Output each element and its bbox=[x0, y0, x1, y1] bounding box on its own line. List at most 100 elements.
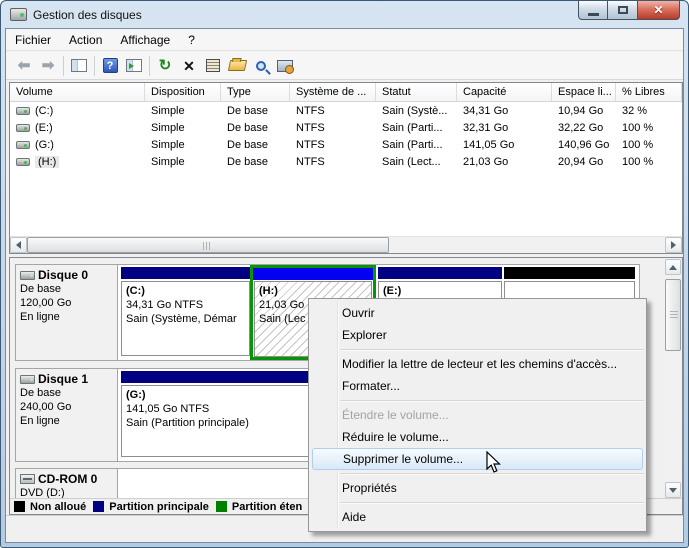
partition-c[interactable]: (C:) 34,31 Go NTFS Sain (Système, Démar bbox=[121, 267, 250, 358]
back-button[interactable]: ⬅ bbox=[12, 54, 36, 78]
table-cell: De base bbox=[227, 104, 268, 117]
scroll-up-icon bbox=[669, 264, 677, 270]
partition-context-menu: Ouvrir Explorer Modifier la lettre de le… bbox=[308, 298, 647, 532]
disk-size: 120,00 Go bbox=[20, 297, 72, 309]
disk-name: Disque 0 bbox=[38, 268, 89, 282]
forward-button[interactable]: ➡ bbox=[36, 54, 60, 78]
scroll-right-button[interactable] bbox=[665, 237, 682, 253]
refresh-button[interactable]: ↻ bbox=[153, 54, 177, 78]
disk-icon bbox=[20, 270, 35, 280]
column-header-disposition[interactable]: Disposition bbox=[145, 83, 221, 101]
search-icon bbox=[256, 60, 266, 71]
column-header-statut[interactable]: Statut bbox=[376, 83, 457, 101]
menu-item-supprimer-volume[interactable]: Supprimer le volume... bbox=[312, 448, 643, 470]
table-cell: Sain (Lect... bbox=[382, 155, 441, 168]
open-button[interactable] bbox=[225, 54, 249, 78]
scroll-up-button[interactable] bbox=[665, 259, 681, 275]
volume-cell: (G:) bbox=[10, 139, 145, 151]
maximize-button[interactable] bbox=[608, 1, 637, 20]
app-icon bbox=[10, 8, 27, 21]
table-cell: 32 % bbox=[622, 104, 648, 117]
table-cell: 34,31 Go bbox=[463, 104, 509, 117]
column-header-volume[interactable]: Volume bbox=[10, 83, 145, 101]
disk-management-window: Gestion des disques ✕ Fichier Action Aff… bbox=[0, 0, 689, 548]
search-button[interactable] bbox=[249, 54, 273, 78]
table-cell: NTFS bbox=[296, 104, 325, 117]
disk0-label-cell[interactable]: Disque 0 De base 120,00 Go En ligne bbox=[16, 265, 118, 360]
menu-fichier[interactable]: Fichier bbox=[6, 30, 60, 50]
disk-icon bbox=[20, 374, 35, 384]
scroll-left-icon bbox=[16, 241, 21, 249]
column-header-type[interactable]: Type bbox=[221, 83, 290, 101]
menu-action[interactable]: Action bbox=[60, 30, 111, 50]
table-cell: Simple bbox=[151, 155, 185, 168]
close-button[interactable]: ✕ bbox=[637, 1, 680, 20]
column-header-espace[interactable]: Espace li... bbox=[552, 83, 616, 101]
menu-separator bbox=[340, 400, 644, 401]
scroll-down-icon bbox=[669, 487, 677, 493]
window-controls: ✕ bbox=[578, 1, 680, 20]
disk-kind: DVD (D:) bbox=[20, 487, 65, 498]
refresh-icon: ↻ bbox=[158, 57, 172, 74]
action-pane-icon bbox=[126, 59, 142, 72]
menu-item-formater[interactable]: Formater... bbox=[309, 375, 646, 397]
action-pane-button[interactable] bbox=[122, 54, 146, 78]
table-row-e[interactable]: (E:) Simple De base NTFS Sain (Parti... … bbox=[10, 119, 682, 136]
disk-status: En ligne bbox=[20, 415, 60, 427]
table-cell: 21,03 Go bbox=[463, 155, 509, 168]
menu-item-aide[interactable]: Aide bbox=[309, 506, 646, 528]
table-empty-area bbox=[10, 170, 682, 236]
table-cell: Simple bbox=[151, 121, 185, 134]
unallocated-swatch bbox=[14, 501, 25, 512]
table-row-h[interactable]: (H:) Simple De base NTFS Sain (Lect... 2… bbox=[10, 153, 682, 170]
console-tree-button[interactable] bbox=[67, 54, 91, 78]
titlebar[interactable]: Gestion des disques ✕ bbox=[1, 1, 688, 28]
volume-cell: (C:) bbox=[10, 105, 145, 117]
menu-item-ouvrir[interactable]: Ouvrir bbox=[309, 302, 646, 324]
column-header-libres[interactable]: % Libres bbox=[616, 83, 682, 101]
table-row-c[interactable]: (C:) Simple De base NTFS Sain (Systè... … bbox=[10, 102, 682, 119]
partition-name: (E:) bbox=[383, 285, 402, 297]
scroll-left-button[interactable] bbox=[10, 237, 27, 253]
minimize-button[interactable] bbox=[578, 1, 608, 20]
drive-icon bbox=[16, 140, 30, 149]
horizontal-scrollbar-thumb[interactable] bbox=[27, 237, 389, 253]
table-cell: NTFS bbox=[296, 138, 325, 151]
partition-color-strip bbox=[121, 267, 250, 279]
back-icon: ⬅ bbox=[17, 57, 31, 74]
menu-item-modifier-lettre[interactable]: Modifier la lettre de lecteur et les che… bbox=[309, 353, 646, 375]
scroll-down-button[interactable] bbox=[665, 482, 681, 498]
table-cell: De base bbox=[227, 155, 268, 168]
column-header-capacite[interactable]: Capacité bbox=[457, 83, 552, 101]
drive-icon bbox=[16, 106, 30, 115]
menu-affichage[interactable]: Affichage bbox=[111, 30, 179, 50]
computer-manage-icon bbox=[277, 59, 294, 74]
delete-button[interactable]: ✕ bbox=[177, 54, 201, 78]
horizontal-scrollbar[interactable] bbox=[10, 236, 682, 253]
menu-item-explorer[interactable]: Explorer bbox=[309, 324, 646, 346]
volume-table-header: Volume Disposition Type Système de ... S… bbox=[10, 83, 682, 102]
legend-item: Non alloué bbox=[14, 501, 86, 513]
cdrom-label-cell[interactable]: CD-ROM 0 DVD (D:) bbox=[16, 469, 118, 498]
menu-item-proprietes[interactable]: Propriétés bbox=[309, 477, 646, 499]
table-row-g[interactable]: (G:) Simple De base NTFS Sain (Parti... … bbox=[10, 136, 682, 153]
vertical-scrollbar[interactable] bbox=[665, 259, 681, 498]
vertical-scrollbar-thumb[interactable] bbox=[665, 279, 681, 351]
drive-icon bbox=[16, 123, 30, 132]
partition-color-strip bbox=[253, 268, 373, 280]
menu-item-reduire-volume[interactable]: Réduire le volume... bbox=[309, 426, 646, 448]
volume-cell: (E:) bbox=[10, 122, 145, 134]
properties-button[interactable] bbox=[201, 54, 225, 78]
volume-label: (E:) bbox=[35, 121, 53, 134]
volume-label: (H:) bbox=[35, 155, 60, 168]
partition-status: Sain (Système, Démar bbox=[126, 313, 237, 325]
column-header-systeme[interactable]: Système de ... bbox=[290, 83, 376, 101]
disk1-label-cell[interactable]: Disque 1 De base 240,00 Go En ligne bbox=[16, 369, 118, 461]
menubar: Fichier Action Affichage ? bbox=[6, 29, 683, 51]
disk-name: Disque 1 bbox=[38, 372, 89, 386]
help-button[interactable]: ? bbox=[98, 54, 122, 78]
computer-manage-button[interactable] bbox=[273, 54, 297, 78]
disk-kind: De base bbox=[20, 387, 61, 399]
menu-help[interactable]: ? bbox=[179, 30, 204, 50]
table-cell: 32,22 Go bbox=[558, 121, 604, 134]
